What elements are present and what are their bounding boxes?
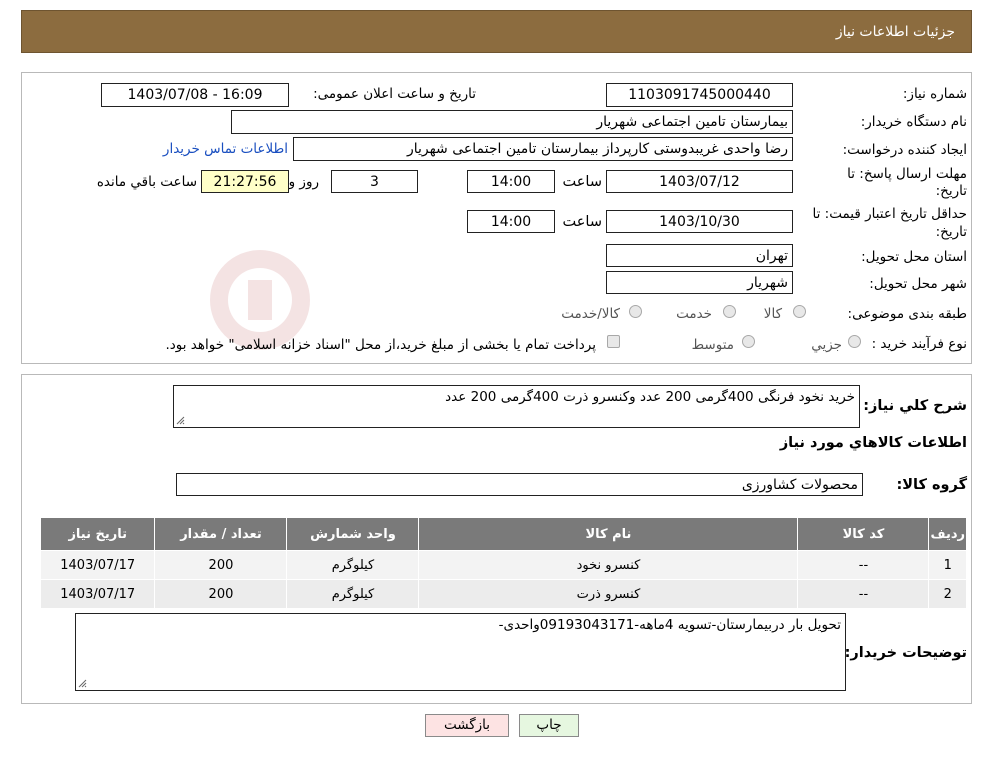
goods-group-label: گروه كالا: xyxy=(896,477,967,493)
days-label: روز و xyxy=(288,174,319,190)
cell-unit: کیلوگرم xyxy=(286,550,420,580)
announce-label: تاریخ و ساعت اعلان عمومی: xyxy=(313,86,476,102)
deadline-time-field: 14:00 xyxy=(467,170,555,193)
table-row: 1 -- کنسرو نخود کیلوگرم 200 1403/07/17 xyxy=(39,550,967,580)
validity-date-field: 1403/10/30 xyxy=(606,210,793,233)
table-header-row: رديف كد كالا نام كالا واحد شمارش تعداد /… xyxy=(39,517,967,551)
process-note: پرداخت تمام یا بخشی از مبلغ خرید،از محل … xyxy=(165,337,596,353)
remaining-time-field: 21:27:56 xyxy=(201,170,289,193)
page-header: جزئیات اطلاعات نیاز xyxy=(21,10,972,53)
cell-quantity: 200 xyxy=(154,579,288,609)
category-goods-service-radio[interactable] xyxy=(629,305,642,318)
back-button[interactable]: بازگشت xyxy=(425,714,509,737)
items-table: رديف كد كالا نام كالا واحد شمارش تعداد /… xyxy=(39,517,967,609)
resize-grip-icon[interactable] xyxy=(78,679,87,688)
cell-need-date: 1403/07/17 xyxy=(39,579,156,609)
city-label: شهر محل تحویل: xyxy=(869,276,967,292)
deadline-time-label: ساعت xyxy=(562,174,602,190)
creator-field: رضا واحدی غریبدوستی کارپرداز بیمارستان ت… xyxy=(293,137,793,161)
header-row-number: رديف xyxy=(928,517,967,551)
remaining-label: ساعت باقي مانده xyxy=(96,174,197,190)
deadline-label: مهلت ارسال پاسخ: تا xyxy=(847,166,967,182)
announce-field: 1403/07/08 - 16:09 xyxy=(101,83,289,107)
cell-quantity: 200 xyxy=(154,550,288,580)
validity-time-field: 14:00 xyxy=(467,210,555,233)
header-goods-code: كد كالا xyxy=(797,517,930,551)
province-field: تهران xyxy=(606,244,793,267)
header-goods-name: نام كالا xyxy=(418,517,799,551)
summary-text: خرید نخود فرنگی 400گرمی 200 عدد وکنسرو ذ… xyxy=(445,389,855,405)
cell-row-number: 2 xyxy=(928,579,967,609)
buyer-org-field: بیمارستان تامین اجتماعی شهریار xyxy=(231,110,793,134)
header-unit: واحد شمارش xyxy=(286,517,420,551)
need-number-field: 1103091745000440 xyxy=(606,83,793,107)
category-goods-label: کالا xyxy=(763,306,782,322)
summary-textarea: خرید نخود فرنگی 400گرمی 200 عدد وکنسرو ذ… xyxy=(173,385,860,428)
header-need-date: تاريخ نياز xyxy=(39,517,156,551)
validity-time-label: ساعت xyxy=(562,214,602,230)
deadline-label-date: تاریخ: xyxy=(935,183,967,199)
cell-goods-code: -- xyxy=(797,579,930,609)
buyer-contact-link[interactable]: اطلاعات تماس خریدار xyxy=(163,141,288,157)
cell-need-date: 1403/07/17 xyxy=(39,550,156,580)
buyer-notes-label: توضیحات خریدار: xyxy=(844,645,967,661)
category-label: طبقه بندی موضوعی: xyxy=(847,306,967,322)
category-service-label: خدمت xyxy=(676,306,712,322)
goods-info-title: اطلاعات كالاهاي مورد نياز xyxy=(779,435,967,451)
summary-label: شرح كلي نياز: xyxy=(863,398,967,414)
table-row: 2 -- کنسرو ذرت کیلوگرم 200 1403/07/17 xyxy=(39,579,967,609)
cell-goods-code: -- xyxy=(797,550,930,580)
cell-goods-name: کنسرو نخود xyxy=(418,550,799,580)
city-field: شهریار xyxy=(606,271,793,294)
process-partial-radio[interactable] xyxy=(848,335,861,348)
process-label: نوع فرآیند خرید : xyxy=(871,336,967,352)
header-quantity: تعداد / مقدار xyxy=(154,517,288,551)
cell-goods-name: کنسرو ذرت xyxy=(418,579,799,609)
process-partial-label: جزيي xyxy=(811,337,842,353)
cell-unit: کیلوگرم xyxy=(286,579,420,609)
deadline-date-field: 1403/07/12 xyxy=(606,170,793,193)
need-number-label: شماره نیاز: xyxy=(902,86,967,102)
category-service-radio[interactable] xyxy=(723,305,736,318)
validity-label-date: تاریخ: xyxy=(935,224,967,240)
buyer-notes-textarea: تحویل بار دربیمارستان-تسویه 4ماهه-091930… xyxy=(75,613,846,691)
page-title: جزئیات اطلاعات نیاز xyxy=(835,24,955,40)
creator-label: ایجاد کننده درخواست: xyxy=(842,142,967,158)
goods-group-field: محصولات کشاورزی xyxy=(176,473,863,496)
cell-row-number: 1 xyxy=(928,550,967,580)
buyer-notes-text: تحویل بار دربیمارستان-تسویه 4ماهه-091930… xyxy=(498,617,841,633)
resize-grip-icon[interactable] xyxy=(176,416,185,425)
category-goods-service-label: کالا/خدمت xyxy=(561,306,620,322)
validity-label: حداقل تاریخ اعتبار قیمت: تا xyxy=(812,206,967,222)
print-button[interactable]: چاپ xyxy=(519,714,579,737)
days-field: 3 xyxy=(331,170,418,193)
process-medium-label: متوسط xyxy=(691,337,734,353)
process-medium-radio[interactable] xyxy=(742,335,755,348)
category-goods-radio[interactable] xyxy=(793,305,806,318)
buyer-org-label: نام دستگاه خریدار: xyxy=(860,114,967,130)
province-label: استان محل تحویل: xyxy=(861,249,967,265)
process-note-checkbox[interactable] xyxy=(607,335,620,348)
